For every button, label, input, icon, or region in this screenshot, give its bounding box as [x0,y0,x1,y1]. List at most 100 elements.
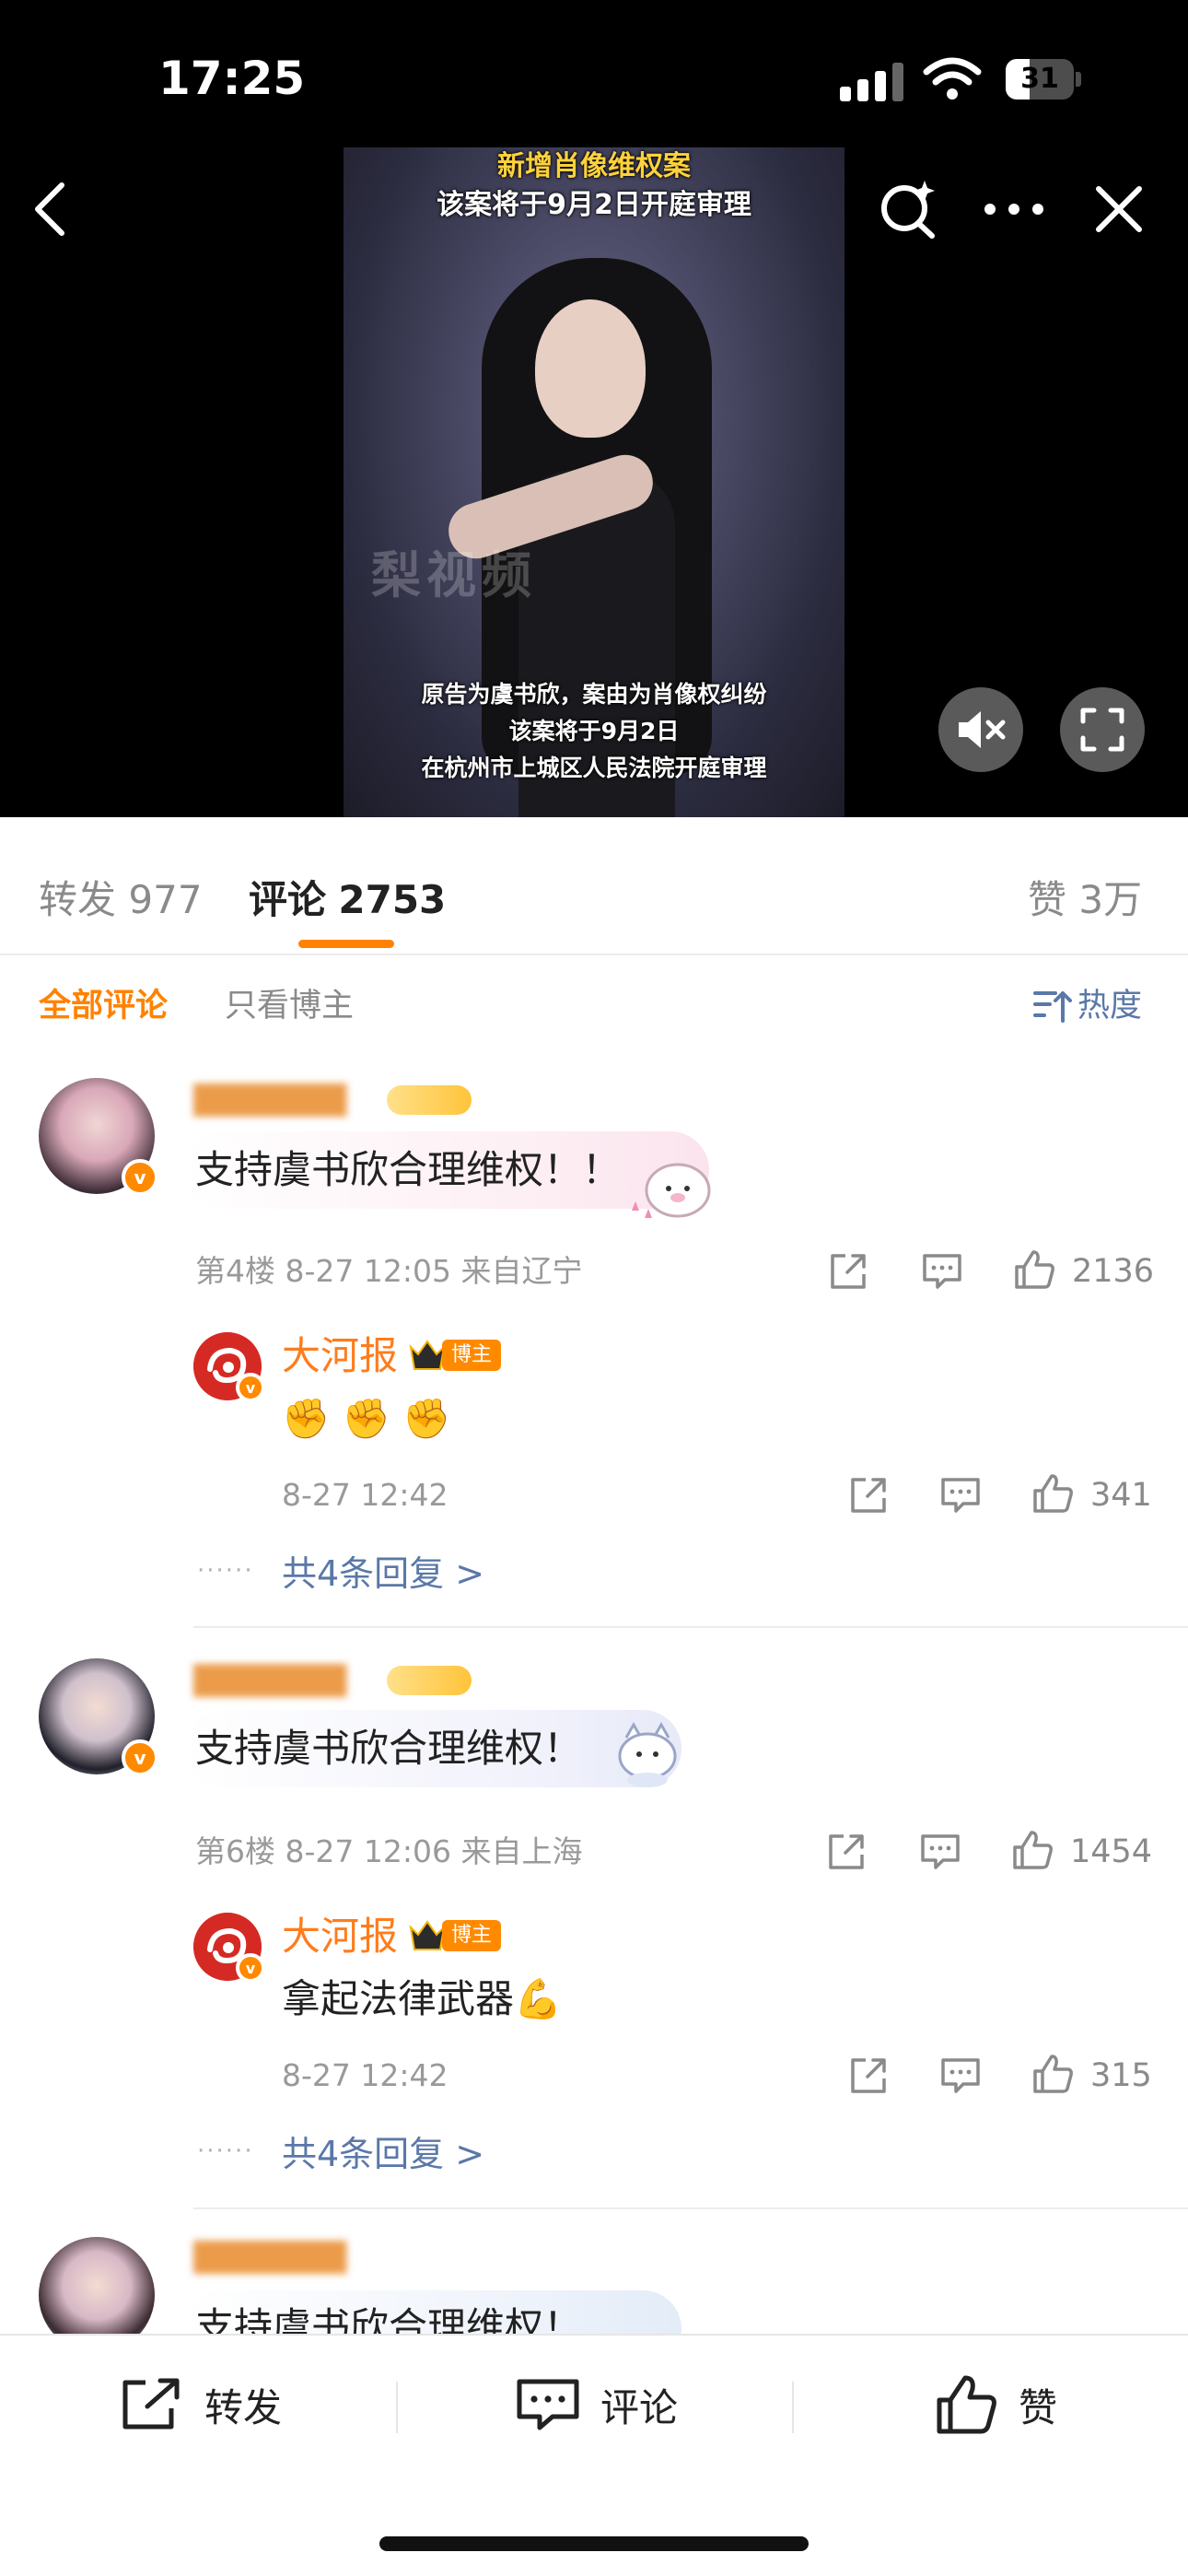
tab-repost[interactable]: 转发 977 [39,872,203,928]
more-options-button[interactable] [973,168,1055,251]
battery-indicator: 31 [1006,59,1081,100]
bottom-bar-separator [396,2382,398,2433]
share-icon[interactable] [847,1474,890,1516]
comment-button[interactable]: 评论 [516,2336,678,2474]
username-obscured[interactable]: ██████ [193,1083,396,1117]
video-caption-top: 新增肖像维权案 该案将于9月2日开庭审理 [344,147,844,225]
tab-likes-label: 赞 [1028,877,1067,922]
username-obscured[interactable]: ██████ [193,1664,396,1697]
share-icon[interactable] [825,1831,868,1873]
like-count: 2136 [1072,1253,1155,1290]
fan-crown-badge [387,1666,472,1695]
reply-comment-icon[interactable] [919,1831,961,1873]
thumbs-up-icon [937,2375,996,2434]
close-button[interactable] [1077,168,1160,251]
fan-crown-badge [387,1085,472,1115]
wifi-icon [923,57,982,100]
repost-button[interactable]: 转发 [120,2336,282,2474]
fullscreen-icon [1080,708,1124,752]
view-more-replies-link[interactable]: 共4条回复 > [282,1549,484,1598]
repost-label: 转发 [204,2384,283,2430]
filter-blogger-only[interactable]: 只看博主 [225,983,354,1029]
blogger-tag: 博主 [442,1920,502,1951]
blogger-tag: 博主 [442,1340,502,1371]
status-bar: 17:25 31 [0,0,1188,138]
close-icon [1096,186,1142,232]
sort-icon [1033,991,1072,1023]
username-obscured[interactable]: ██████ [193,2241,396,2274]
tab-comments-count: 2753 [338,877,447,922]
reply-comment-icon[interactable] [939,1474,982,1516]
like-icon[interactable] [1013,1248,1055,1291]
blogger-badge: 博主 [409,1918,502,1953]
more-horizontal-icon [984,204,1043,215]
tab-likes[interactable]: 赞 3万 [1028,872,1142,928]
reply-comment-icon[interactable] [921,1250,963,1293]
reply-time: 8-27 12:42 [282,1477,448,1513]
video-player-area: 17:25 31 梨视频 新增肖像维权案 该案将于9月2日开庭审理 原告为虞书欣… [0,0,1188,817]
blogger-name[interactable]: 大河报 [282,1330,398,1382]
comment-divider [193,2207,1188,2209]
home-indicator[interactable] [379,2536,809,2551]
back-button[interactable] [9,168,92,251]
like-label: 赞 [1019,2384,1058,2430]
reply-comment-icon[interactable] [939,2055,982,2097]
caption-top-line1: 新增肖像维权案 [497,150,691,182]
like-count: 315 [1090,2057,1152,2094]
like-button[interactable]: 赞 [936,2336,1057,2474]
cat-sticker-icon [618,1721,677,1787]
active-tab-indicator [298,940,394,948]
verified-badge-icon: v [122,1159,158,1196]
comment-meta: 第6楼 8-27 12:06 来自上海 [195,1833,583,1869]
fullscreen-button[interactable] [1060,687,1145,772]
video-caption-bottom: 原告为虞书欣，案由为肖像权纠纷 该案将于9月2日 在杭州市上城区人民法院开庭审理 [344,676,844,787]
cellular-signal-icon [840,63,903,101]
pig-sticker-icon [632,1163,711,1218]
verified-badge-icon: v [236,1953,265,1983]
verified-badge-icon: v [122,1739,158,1776]
search-button[interactable] [868,168,950,251]
caption-bottom-line2: 该案将于9月2日 [508,718,680,744]
blogger-name[interactable]: 大河报 [282,1911,398,1962]
search-sparkle-icon [881,181,935,239]
comment-text: 支持虞书欣合理维权！！ [195,1147,622,1192]
reply-time: 8-27 12:42 [282,2057,448,2093]
tab-repost-label: 转发 [39,877,117,922]
interaction-tabs: 转发 977 评论 2753 赞 3万 [0,817,1188,955]
comment-meta: 第4楼 8-27 12:05 来自辽宁 [195,1253,583,1289]
bottom-bar-separator [792,2382,794,2433]
mute-button[interactable] [938,687,1023,772]
status-time: 17:25 [158,52,306,105]
caption-bottom-line1: 原告为虞书欣，案由为肖像权纠纷 [421,681,767,708]
sort-hot-button[interactable]: 热度 [1031,983,1142,1029]
reply-text: 拿起法律武器💪 [282,1976,563,2021]
video-frame[interactable]: 梨视频 新增肖像维权案 该案将于9月2日开庭审理 原告为虞书欣，案由为肖像权纠纷… [344,147,844,817]
like-icon[interactable] [1031,1472,1074,1515]
thread-dots: ······ [197,1557,254,1585]
like-icon[interactable] [1011,1829,1054,1871]
video-figure-face [535,299,646,438]
share-icon[interactable] [847,2055,890,2097]
like-count: 1454 [1070,1833,1153,1870]
tab-repost-count: 977 [128,877,203,922]
tab-likes-count: 3万 [1078,877,1143,922]
share-icon[interactable] [827,1250,869,1293]
tab-comments[interactable]: 评论 2753 [249,872,446,928]
video-watermark: 梨视频 [371,546,537,604]
caption-bottom-line3: 在杭州市上城区人民法院开庭审理 [421,755,767,781]
blogger-badge: 博主 [409,1338,502,1373]
comment-icon [517,2379,579,2430]
like-icon[interactable] [1031,2053,1074,2095]
reply-text: ✊ ✊ ✊ [282,1396,451,1441]
crown-icon [409,1920,446,1950]
verified-badge-icon: v [236,1373,265,1402]
crown-icon [409,1340,446,1370]
sort-hot-label: 热度 [1077,988,1143,1025]
chevron-left-icon [35,182,64,236]
caption-top-line2: 该案将于9月2日开庭审理 [437,189,751,221]
thread-dots: ······ [197,2137,254,2165]
comment-text: 支持虞书欣合理维权！ [195,1726,583,1771]
view-more-replies-link[interactable]: 共4条回复 > [282,2129,484,2179]
tab-comments-label: 评论 [249,877,327,922]
filter-all-comments[interactable]: 全部评论 [39,983,168,1029]
